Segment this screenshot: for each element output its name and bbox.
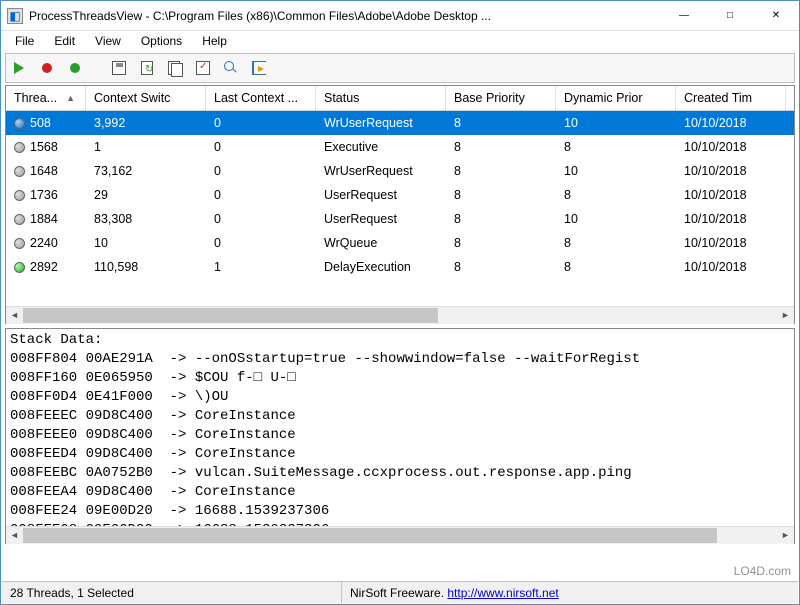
col-created-time[interactable]: Created Tim — [676, 86, 786, 110]
properties-icon[interactable] — [194, 59, 212, 77]
maximize-button[interactable]: □ — [707, 1, 753, 31]
thread-status-icon — [14, 118, 25, 129]
scroll-track[interactable] — [23, 307, 777, 324]
thread-list[interactable]: Threa...▲ Context Switc Last Context ...… — [6, 86, 794, 306]
watermark: LO4D.com — [734, 564, 791, 578]
col-context-switch[interactable]: Context Switc — [86, 86, 206, 110]
menu-edit[interactable]: Edit — [44, 32, 85, 50]
find-icon[interactable] — [222, 59, 240, 77]
exit-icon[interactable] — [250, 59, 268, 77]
col-thread[interactable]: Threa...▲ — [6, 86, 86, 110]
menu-bar: File Edit View Options Help — [1, 31, 799, 51]
scroll-left-icon[interactable]: ◄ — [6, 527, 23, 544]
status-left: 28 Threads, 1 Selected — [2, 582, 342, 603]
thread-status-icon — [14, 190, 25, 201]
green-dot-icon[interactable] — [66, 59, 84, 77]
copy-icon[interactable] — [166, 59, 184, 77]
col-dynamic-priority[interactable]: Dynamic Prior — [556, 86, 676, 110]
thread-status-icon — [14, 166, 25, 177]
close-button[interactable]: ✕ — [753, 1, 799, 31]
title-bar: ◧ ProcessThreadsView - C:\Program Files … — [1, 1, 799, 31]
play-icon[interactable] — [10, 59, 28, 77]
table-row[interactable]: 1736290UserRequest8810/10/2018 — [6, 183, 794, 207]
stack-horizontal-scrollbar[interactable]: ◄ ► — [6, 526, 794, 543]
status-brand: NirSoft Freeware. — [350, 586, 447, 600]
status-bar: 28 Threads, 1 Selected NirSoft Freeware.… — [2, 581, 798, 603]
scroll-right-icon[interactable]: ► — [777, 307, 794, 324]
column-headers: Threa...▲ Context Switc Last Context ...… — [6, 86, 794, 111]
status-link[interactable]: http://www.nirsoft.net — [447, 586, 558, 600]
menu-file[interactable]: File — [5, 32, 44, 50]
thread-status-icon — [14, 238, 25, 249]
app-icon: ◧ — [7, 8, 23, 24]
status-right: NirSoft Freeware. http://www.nirsoft.net — [342, 586, 798, 600]
minimize-button[interactable]: — — [661, 1, 707, 31]
col-base-priority[interactable]: Base Priority — [446, 86, 556, 110]
thread-rows: 5083,9920WrUserRequest81010/10/201815681… — [6, 111, 794, 279]
table-row[interactable]: 156810Executive8810/10/2018 — [6, 135, 794, 159]
refresh-icon[interactable]: ↻ — [138, 59, 156, 77]
record-icon[interactable] — [38, 59, 56, 77]
menu-options[interactable]: Options — [131, 32, 192, 50]
table-row[interactable]: 2892110,5981DelayExecution8810/10/2018 — [6, 255, 794, 279]
thread-list-panel: Threa...▲ Context Switc Last Context ...… — [5, 85, 795, 324]
thread-status-icon — [14, 142, 25, 153]
col-status[interactable]: Status — [316, 86, 446, 110]
list-horizontal-scrollbar[interactable]: ◄ ► — [6, 306, 794, 323]
thread-status-icon — [14, 262, 25, 273]
table-row[interactable]: 5083,9920WrUserRequest81010/10/2018 — [6, 111, 794, 135]
col-last-context[interactable]: Last Context ... — [206, 86, 316, 110]
save-icon[interactable] — [110, 59, 128, 77]
scroll-left-icon[interactable]: ◄ — [6, 307, 23, 324]
window-controls: — □ ✕ — [661, 1, 799, 31]
toolbar: ↻ — [5, 53, 795, 83]
table-row[interactable]: 164873,1620WrUserRequest81010/10/2018 — [6, 159, 794, 183]
sort-asc-icon: ▲ — [66, 93, 75, 103]
menu-view[interactable]: View — [85, 32, 131, 50]
table-row[interactable]: 188483,3080UserRequest81010/10/2018 — [6, 207, 794, 231]
table-row[interactable]: 2240100WrQueue8810/10/2018 — [6, 231, 794, 255]
stack-text[interactable]: Stack Data: 008FF804 00AE291A -> --onOSs… — [6, 329, 794, 526]
window-title: ProcessThreadsView - C:\Program Files (x… — [29, 9, 661, 23]
thread-status-icon — [14, 214, 25, 225]
scroll-track[interactable] — [23, 527, 777, 544]
scroll-right-icon[interactable]: ► — [777, 527, 794, 544]
menu-help[interactable]: Help — [192, 32, 237, 50]
stack-panel: Stack Data: 008FF804 00AE291A -> --onOSs… — [5, 328, 795, 544]
